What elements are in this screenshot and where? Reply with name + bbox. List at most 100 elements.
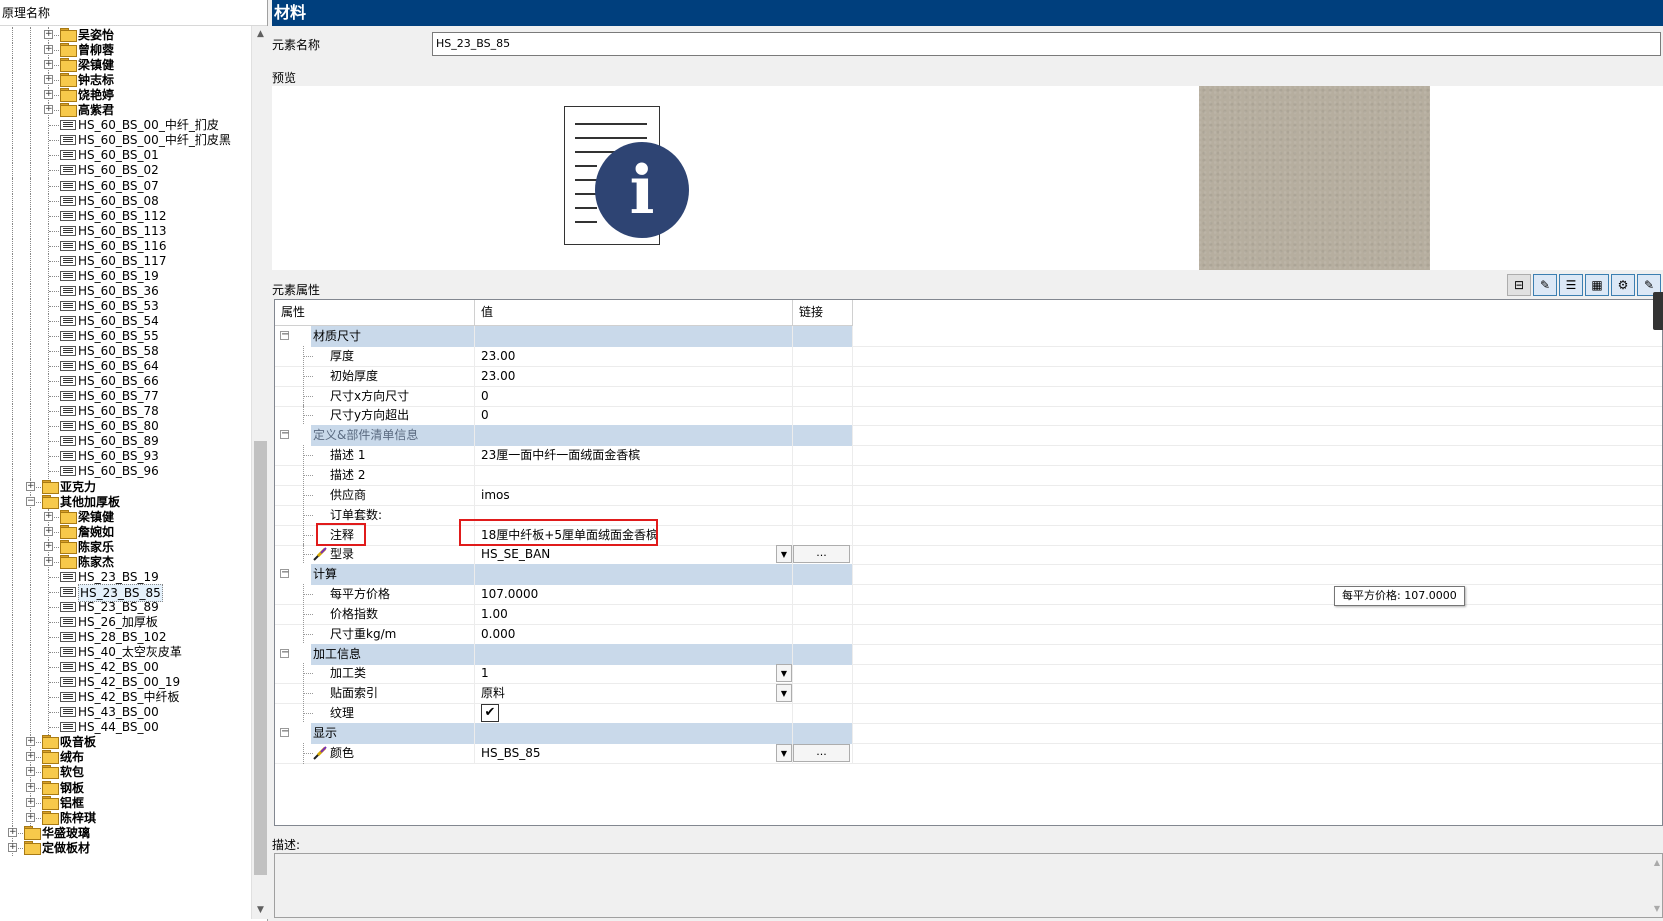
tree-material-item[interactable]: HS_60_BS_36 xyxy=(0,283,250,299)
property-row[interactable]: 厚度 23.00 xyxy=(275,346,1662,367)
property-row[interactable]: 尺寸重kg/m 0.000 xyxy=(275,624,1662,645)
tree-material-item[interactable]: HS_60_BS_08 xyxy=(0,193,250,209)
tree-material-item[interactable]: HS_60_BS_117 xyxy=(0,253,250,269)
expand-icon[interactable]: + xyxy=(44,527,53,536)
tree-folder-item[interactable]: + 绒布 xyxy=(0,749,250,765)
tree-folder-item[interactable]: + 铝框 xyxy=(0,795,250,811)
tree-folder-item[interactable]: + 陈家乐 xyxy=(0,539,250,555)
property-value[interactable]: 23.00 xyxy=(481,369,515,383)
property-value[interactable]: HS_SE_BAN xyxy=(481,547,550,561)
tree-material-item[interactable]: HS_60_BS_58 xyxy=(0,343,250,359)
category-row[interactable]: − 定义&部件清单信息 xyxy=(275,425,1662,446)
property-row[interactable]: 描述 2 xyxy=(275,465,1662,486)
tree-folder-item[interactable]: + 詹婉如 xyxy=(0,524,250,540)
tree-material-item[interactable]: HS_44_BS_00 xyxy=(0,719,250,735)
property-row[interactable]: 加工类 1 ▼ xyxy=(275,663,1662,684)
expand-icon[interactable]: + xyxy=(44,60,53,69)
property-value[interactable]: 0.000 xyxy=(481,627,515,641)
property-row[interactable]: 供应商 imos xyxy=(275,485,1662,506)
settings-button[interactable]: ⚙ xyxy=(1611,274,1635,296)
category-row[interactable]: − 材质尺寸 xyxy=(275,326,1662,347)
property-row[interactable]: 贴面索引 原料 ▼ xyxy=(275,683,1662,704)
expand-icon[interactable]: + xyxy=(26,813,35,822)
scroll-thumb[interactable] xyxy=(254,441,267,875)
expand-icon[interactable]: + xyxy=(44,512,53,521)
property-row[interactable]: 尺寸x方向尺寸 0 xyxy=(275,386,1662,407)
tree-material-item[interactable]: HS_60_BS_77 xyxy=(0,388,250,404)
desc-scroll-up-icon[interactable]: ▲ xyxy=(1654,858,1660,867)
tree-material-item[interactable]: HS_43_BS_00 xyxy=(0,704,250,720)
collapse-icon[interactable]: − xyxy=(280,648,289,658)
calculator-button[interactable]: ▦ xyxy=(1585,274,1609,296)
expand-icon[interactable]: + xyxy=(26,737,35,746)
tree-material-item[interactable]: HS_23_BS_85 xyxy=(0,584,250,602)
expand-icon[interactable]: + xyxy=(26,482,35,491)
tree-folder-item[interactable]: + 定做板材 xyxy=(0,840,250,856)
tree-material-item[interactable]: HS_60_BS_96 xyxy=(0,463,250,479)
expand-icon[interactable]: + xyxy=(26,767,35,776)
tree-material-item[interactable]: HS_23_BS_89 xyxy=(0,599,250,615)
collapse-icon[interactable]: − xyxy=(280,429,289,439)
tree-material-item[interactable]: HS_40_太空灰皮革 xyxy=(0,644,250,660)
property-value[interactable]: 23厘一面中纤一面绒面金香槟 xyxy=(481,448,640,462)
tree-folder-item[interactable]: + 华盛玻璃 xyxy=(0,825,250,841)
color-tool-button[interactable]: ✎ xyxy=(1533,274,1557,296)
tree-scrollbar[interactable]: ▲ ▼ xyxy=(251,26,268,919)
property-value[interactable]: 0 xyxy=(481,389,489,403)
tree-material-item[interactable]: HS_60_BS_07 xyxy=(0,178,250,194)
tree-material-item[interactable]: HS_60_BS_116 xyxy=(0,238,250,254)
tree-material-item[interactable]: HS_42_BS_中纤板 xyxy=(0,689,250,705)
collapse-icon[interactable]: − xyxy=(280,330,289,340)
tree-material-item[interactable]: HS_60_BS_64 xyxy=(0,358,250,374)
property-row[interactable]: 价格指数 1.00 xyxy=(275,604,1662,625)
tree-folder-item[interactable]: + 吸音板 xyxy=(0,734,250,750)
expand-icon[interactable]: + xyxy=(44,557,53,566)
property-row[interactable]: 描述 1 23厘一面中纤一面绒面金香槟 xyxy=(275,445,1662,466)
tree-folder-item[interactable]: + 梁镇健 xyxy=(0,509,250,525)
collapse-icon[interactable]: − xyxy=(280,568,289,578)
scroll-up-icon[interactable]: ▲ xyxy=(252,26,269,43)
expand-icon[interactable]: + xyxy=(26,752,35,761)
tree-material-item[interactable]: HS_60_BS_78 xyxy=(0,403,250,419)
category-row[interactable]: − 加工信息 xyxy=(275,644,1662,665)
tree-material-item[interactable]: HS_60_BS_54 xyxy=(0,313,250,329)
tree-material-item[interactable]: HS_60_BS_01 xyxy=(0,147,250,163)
tree-material-item[interactable]: HS_60_BS_112 xyxy=(0,208,250,224)
expand-icon[interactable]: + xyxy=(26,798,35,807)
tree-folder-item[interactable]: + 吴姿怡 xyxy=(0,27,250,43)
collapse-icon[interactable]: − xyxy=(26,497,35,506)
property-value[interactable]: 107.0000 xyxy=(481,587,538,601)
property-value[interactable]: HS_BS_85 xyxy=(481,746,541,760)
tree-folder-item[interactable]: + 陈家杰 xyxy=(0,554,250,570)
header-link[interactable]: 链接 xyxy=(793,300,853,326)
property-value[interactable]: imos xyxy=(481,488,510,502)
tree-material-item[interactable]: HS_60_BS_66 xyxy=(0,373,250,389)
property-row[interactable]: 初始厚度 23.00 xyxy=(275,366,1662,387)
header-value[interactable]: 值 xyxy=(475,300,793,326)
category-row[interactable]: − 显示 xyxy=(275,723,1662,744)
tree-material-item[interactable]: HS_60_BS_89 xyxy=(0,433,250,449)
desc-scroll-down-icon[interactable]: ▼ xyxy=(1654,904,1660,913)
property-value[interactable]: 1 xyxy=(481,666,489,680)
header-property[interactable]: 属性 xyxy=(275,300,475,326)
tree-folder-item[interactable]: + 曾柳蓉 xyxy=(0,42,250,58)
tree-folder-item[interactable]: + 钢板 xyxy=(0,780,250,796)
expand-icon[interactable]: + xyxy=(44,45,53,54)
tree-material-item[interactable]: HS_23_BS_19 xyxy=(0,569,250,585)
property-row[interactable]: 型录 HS_SE_BAN ▼... xyxy=(275,544,1662,565)
tree-material-item[interactable]: HS_60_BS_113 xyxy=(0,223,250,239)
expand-icon[interactable]: + xyxy=(44,105,53,114)
tree-material-item[interactable]: HS_60_BS_53 xyxy=(0,298,250,314)
texture-checkbox[interactable]: ✔ xyxy=(481,704,499,722)
tree-folder-item[interactable]: + 钟志标 xyxy=(0,72,250,88)
collapse-icon[interactable]: − xyxy=(280,727,289,737)
list-view-button[interactable]: ☰ xyxy=(1559,274,1583,296)
side-panel-handle[interactable] xyxy=(1653,292,1663,330)
tree-folder-item[interactable]: + 软包 xyxy=(0,764,250,780)
tree-folder-item[interactable]: − 其他加厚板 xyxy=(0,494,250,510)
property-value[interactable]: 0 xyxy=(481,408,489,422)
tree-material-item[interactable]: HS_28_BS_102 xyxy=(0,629,250,645)
tree-material-item[interactable]: HS_60_BS_00_中纤_扪皮 xyxy=(0,117,250,133)
property-value[interactable]: 1.00 xyxy=(481,607,508,621)
dropdown-arrow-icon[interactable]: ▼ xyxy=(776,664,792,682)
